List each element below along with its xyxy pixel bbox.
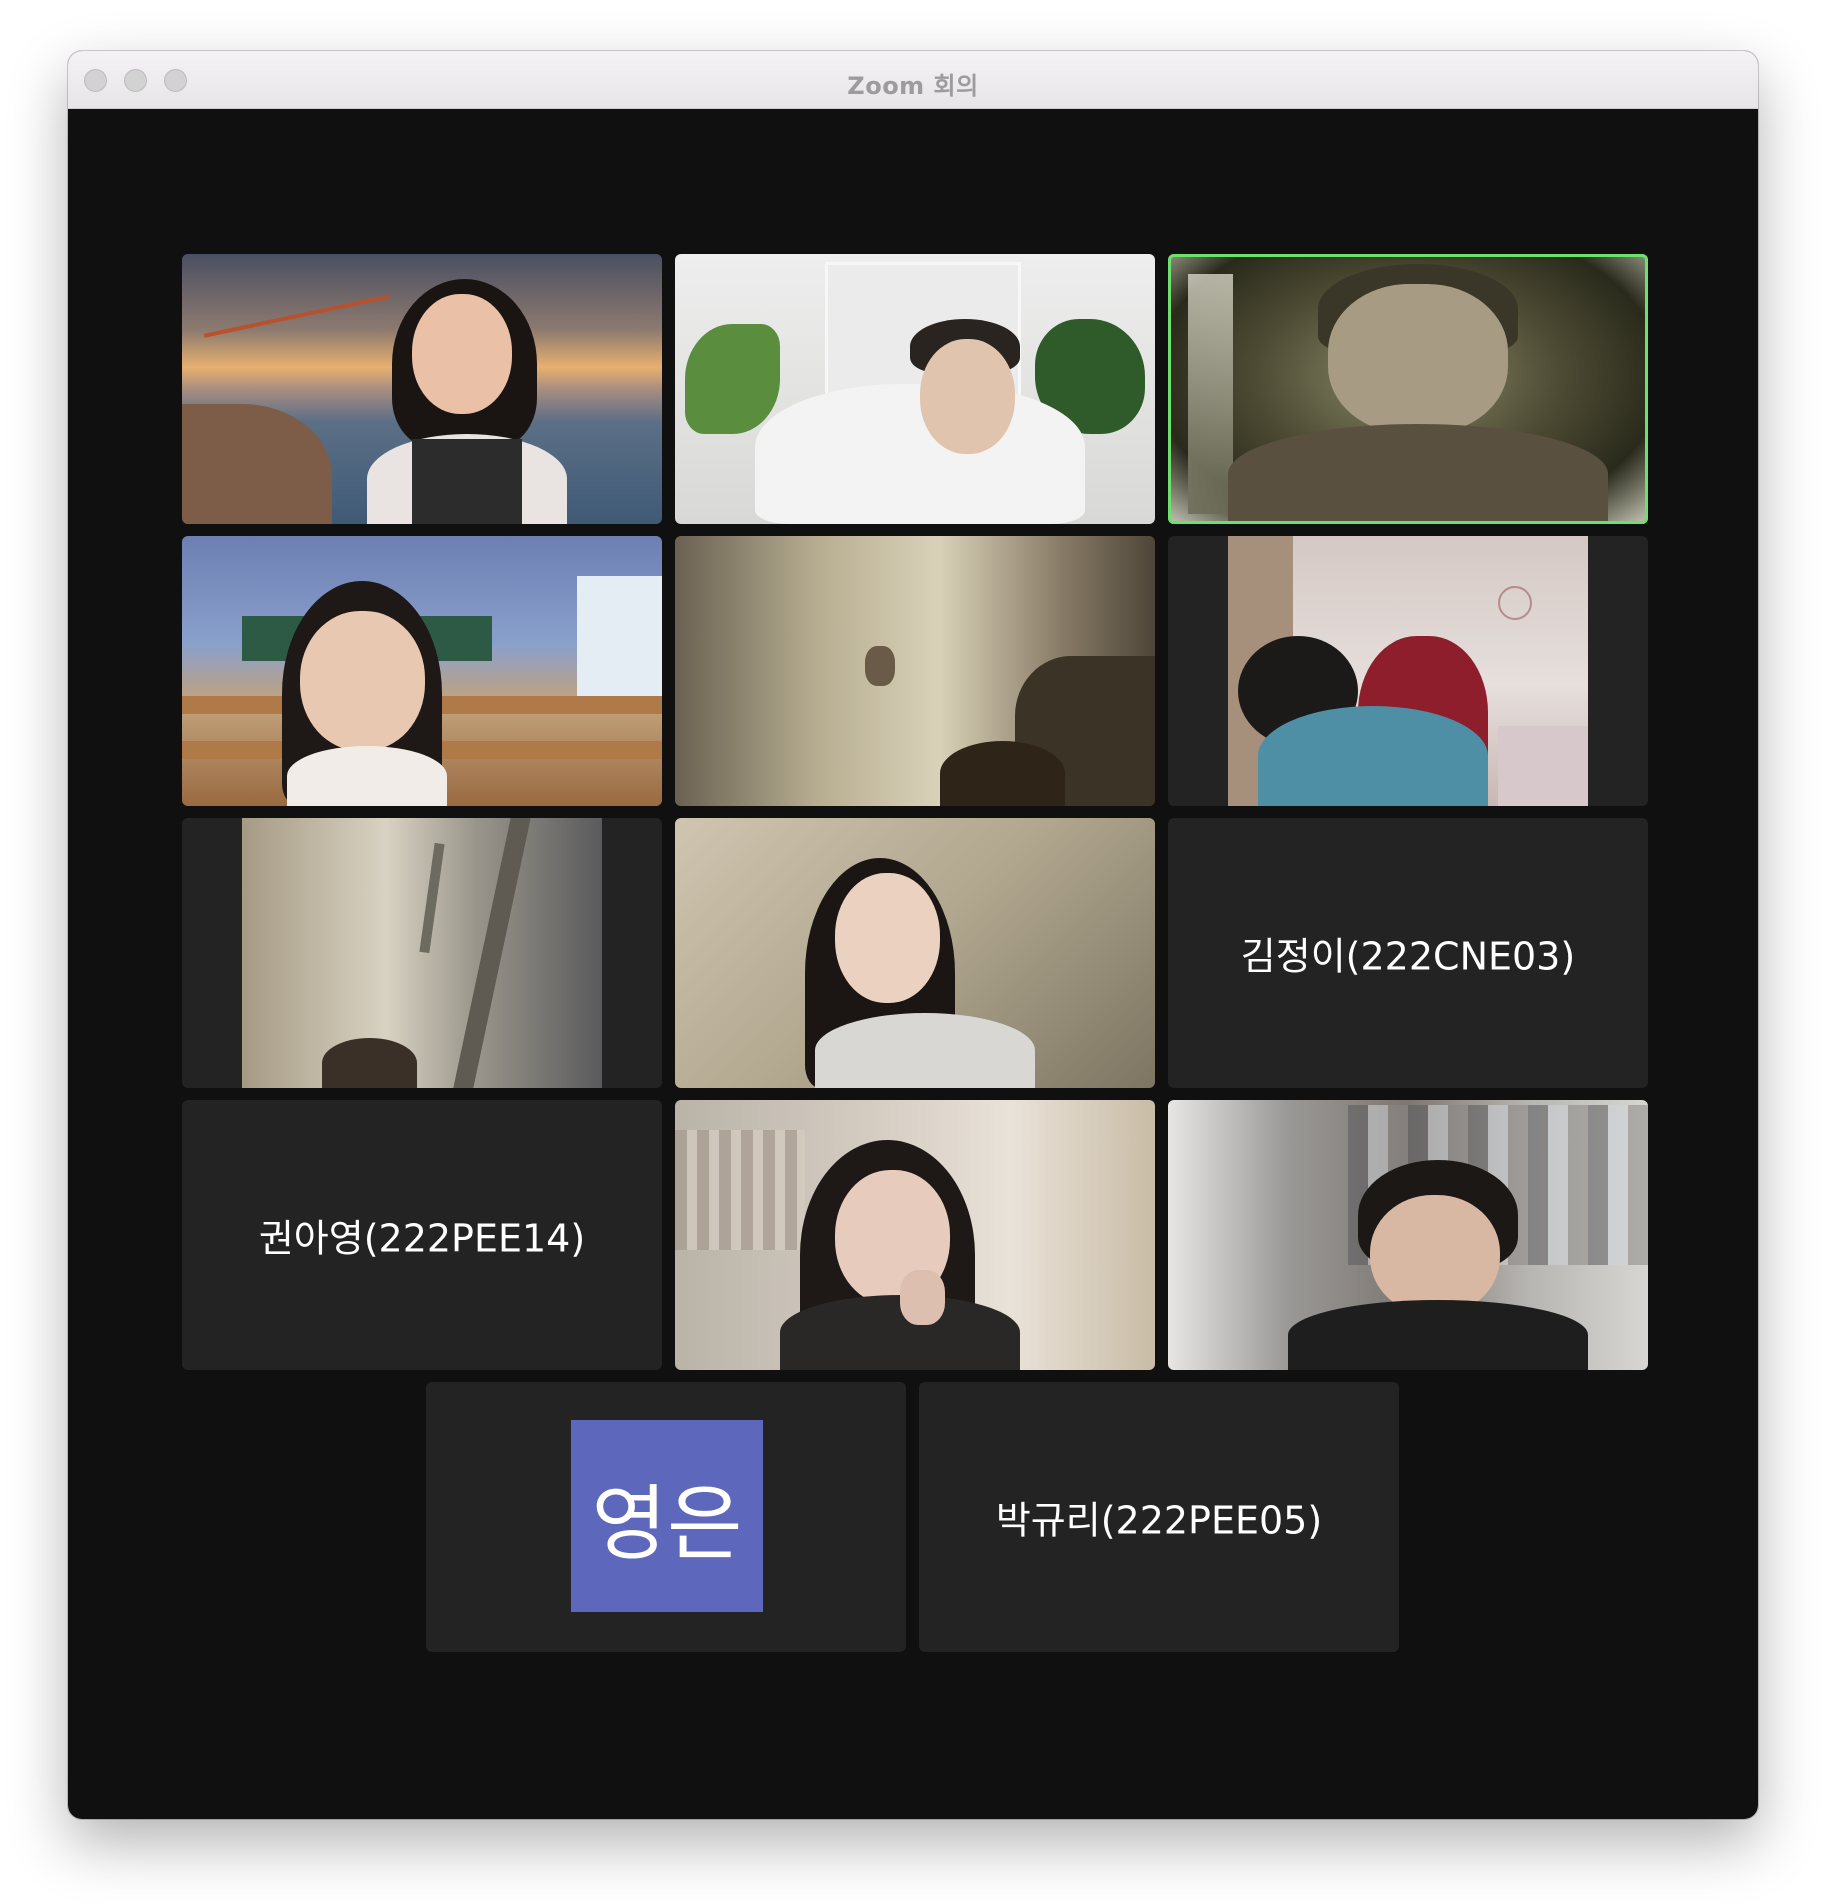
participant-tile-10[interactable]: 권아영(222PEE14): [182, 1100, 662, 1370]
window-title: Zoom 회의: [847, 72, 979, 100]
participant-tile-3-active-speaker[interactable]: [1168, 254, 1648, 524]
participant-tile-2[interactable]: [675, 254, 1155, 524]
participant-tile-4[interactable]: [182, 536, 662, 806]
participant-video: [675, 818, 1155, 1088]
participant-name: 권아영(222PEE14): [258, 1216, 586, 1261]
participant-tile-11[interactable]: [675, 1100, 1155, 1370]
gallery-view: 김정이(222CNE03) 권아영(222PEE14) 영은 박규리(222PE…: [68, 108, 1758, 1819]
participant-tile-1[interactable]: [182, 254, 662, 524]
participant-video: [675, 1100, 1155, 1370]
participant-tile-8[interactable]: [675, 818, 1155, 1088]
title-bar[interactable]: Zoom 회의: [68, 51, 1758, 109]
participant-video: [182, 536, 662, 806]
participant-video: [675, 254, 1155, 524]
participant-video: [182, 254, 662, 524]
participant-avatar: 영은: [571, 1420, 763, 1612]
participant-tile-12[interactable]: [1168, 1100, 1648, 1370]
participant-tile-7[interactable]: [182, 818, 662, 1088]
participant-tile-9[interactable]: 김정이(222CNE03): [1168, 818, 1648, 1088]
participant-tile-13[interactable]: 영은: [426, 1382, 906, 1652]
participant-video: [1168, 254, 1648, 524]
participant-tile-14[interactable]: 박규리(222PEE05): [919, 1382, 1399, 1652]
participant-tile-6[interactable]: [1168, 536, 1648, 806]
participant-video: [675, 536, 1155, 806]
participant-video: [1228, 536, 1588, 806]
zoom-meeting-window: Zoom 회의 김정이(222CNE03) 권아영(222PEE14) 영은 박…: [68, 51, 1758, 1819]
participant-name: 박규리(222PEE05): [995, 1498, 1323, 1543]
participant-video: [1168, 1100, 1648, 1370]
participant-tile-5[interactable]: [675, 536, 1155, 806]
participant-video: [242, 818, 602, 1088]
participant-name: 김정이(222CNE03): [1240, 934, 1576, 979]
